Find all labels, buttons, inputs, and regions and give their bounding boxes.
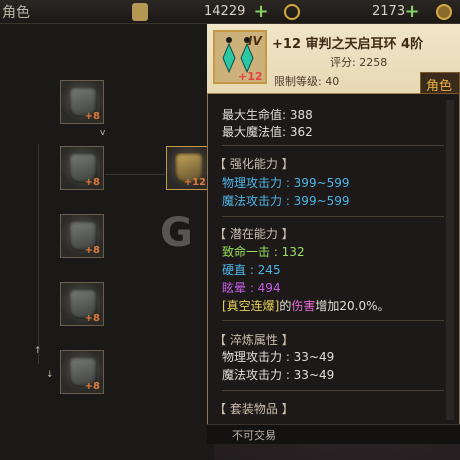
skill-name: [真空连爆] <box>222 299 280 313</box>
tooltip-scrollbar[interactable] <box>446 100 454 420</box>
equip-slot-shoes[interactable]: +8 <box>60 350 104 394</box>
stat-physical-attack: 物理攻击力 : 399~599 <box>222 176 350 190</box>
small-arrow-icon: ↓ <box>46 370 54 380</box>
section-title-temper: 【 淬炼属性 】 <box>214 333 294 347</box>
skill-text: 增加20.0%。 <box>315 299 390 313</box>
stat-stagger: 硬直 : 245 <box>222 263 281 277</box>
enhance-level: +8 <box>84 313 100 324</box>
skill-text: 的 <box>279 299 292 313</box>
divider <box>222 390 444 391</box>
skill-effect-line: [真空连爆]的伤害增加20.0%。 <box>222 297 390 314</box>
enhance-level: +8 <box>84 177 100 188</box>
slot-arrow: v <box>100 128 106 138</box>
page-title: 角色 <box>2 5 30 21</box>
stat-mp: 最大魔法值: 362 <box>222 125 313 139</box>
enhance-level: +12 <box>183 177 206 188</box>
add-gold-button[interactable]: + <box>253 3 269 21</box>
section-title-potential: 【 潜在能力 】 <box>214 227 294 241</box>
equip-slot-earring[interactable]: +12 <box>166 146 210 190</box>
item-enhance: +12 <box>238 70 263 83</box>
item-tier: IV <box>248 34 262 48</box>
coin-icon[interactable] <box>436 4 452 20</box>
equip-slot-shoulder[interactable]: +8 <box>60 80 104 124</box>
small-arrow-icon: ↑ <box>34 346 42 356</box>
skill-damage: 伤害 <box>291 299 316 313</box>
divider <box>222 320 444 321</box>
add-coin-button[interactable]: + <box>404 3 420 21</box>
enhance-level: +8 <box>84 111 100 122</box>
section-title-set: 【 套装物品 】 <box>214 402 294 416</box>
currency-coin-amount: 2173 <box>372 4 406 19</box>
ticket-icon <box>132 3 148 21</box>
section-title-strength: 【 强化能力 】 <box>214 157 294 171</box>
equip-slot-pants[interactable]: +8 <box>60 282 104 326</box>
enhance-level: +8 <box>84 245 100 256</box>
trade-status: 不可交易 <box>232 429 276 442</box>
stat-crit: 致命一击 : 132 <box>222 245 305 259</box>
item-name: +12 审判之天启耳环 4阶 <box>272 37 424 52</box>
stat-temper-magic: 魔法攻击力 : 33~49 <box>222 368 335 382</box>
equip-slot-belt[interactable]: +8 <box>60 214 104 258</box>
divider <box>222 145 444 146</box>
stat-hp: 最大生命值: 388 <box>222 108 313 122</box>
refresh-icon[interactable] <box>284 4 300 20</box>
item-level-limit: 限制等级: 40 <box>274 75 340 88</box>
enhance-level: +8 <box>84 381 100 392</box>
stat-stun: 眩晕 : 494 <box>222 281 281 295</box>
connector-line <box>105 174 165 175</box>
stat-magic-attack: 魔法攻击力 : 399~599 <box>222 194 350 208</box>
divider <box>222 216 444 217</box>
stat-temper-physical: 物理攻击力 : 33~49 <box>222 350 335 364</box>
tab-role[interactable]: 角色 <box>420 72 460 94</box>
item-score: 评分: 2258 <box>330 56 388 69</box>
connector-line <box>38 144 39 364</box>
equip-slot-chest[interactable]: +8 <box>60 146 104 190</box>
currency-gold-amount: 14229 <box>204 4 246 19</box>
